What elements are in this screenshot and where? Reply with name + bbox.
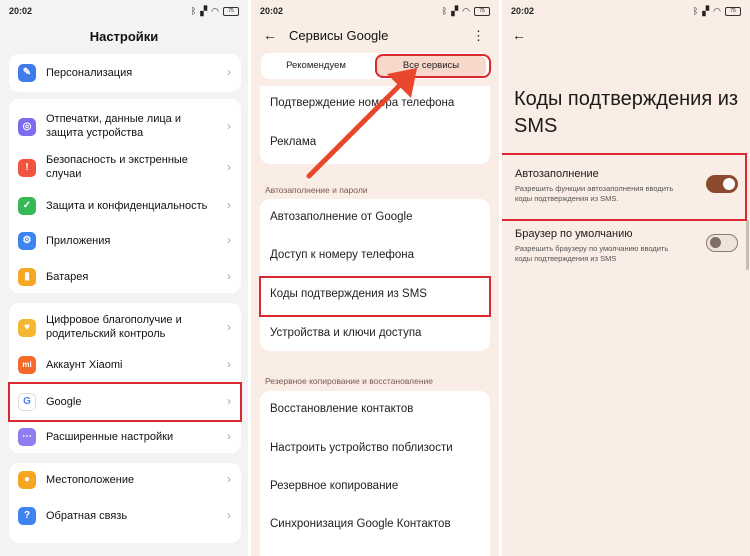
status-icons: ᛒ ▞ ◠ 75	[191, 6, 239, 16]
settings-item-privacy[interactable]: ✓ Защита и конфиденциальность ›	[9, 197, 241, 215]
chevron-right-icon: ›	[227, 320, 231, 334]
chevron-right-icon: ›	[227, 269, 231, 283]
item-label: Расширенные настройки	[46, 431, 174, 443]
chevron-right-icon: ›	[227, 119, 231, 133]
item-label: Обратная связь	[46, 510, 128, 522]
status-time: 20:02	[511, 6, 535, 16]
item-label: Местоположение	[46, 474, 135, 486]
settings-card-3: ♥ Цифровое благополучие и родительский к…	[9, 303, 241, 453]
settings-item-security[interactable]: ! Безопасность и экстренные случаи ›	[9, 153, 241, 183]
settings-item-personalization[interactable]: ✎ Персонализация ›	[9, 64, 241, 82]
default-browser-toggle[interactable]	[706, 234, 738, 252]
status-time: 20:02	[9, 6, 33, 16]
chevron-right-icon: ›	[227, 160, 231, 174]
chevron-right-icon: ›	[227, 357, 231, 371]
chevron-right-icon: ›	[227, 65, 231, 79]
signal-icon: ▞	[702, 6, 710, 16]
option-title: Браузер по умолчанию	[515, 228, 633, 240]
settings-item-apps[interactable]: ⚙ Приложения ›	[9, 232, 241, 250]
chevron-right-icon: ›	[227, 429, 231, 443]
settings-card-2: ◎ Отпечатки, данные лица и защита устрой…	[9, 99, 241, 293]
settings-screen: 20:02 ᛒ ▞ ◠ 75 Настройки ✎ Персонализаци…	[0, 0, 248, 556]
settings-item-location[interactable]: ● Местоположение ›	[9, 471, 241, 489]
item-label: Батарея	[46, 271, 89, 283]
settings-item-fingerprints[interactable]: ◎ Отпечатки, данные лица и защита устрой…	[9, 112, 241, 142]
chevron-right-icon: ›	[227, 198, 231, 212]
item-label: Аккаунт Xiaomi	[46, 359, 123, 371]
more-icon: ⋯	[18, 428, 36, 446]
status-bar: 20:02 ᛒ ▞ ◠ 75	[511, 6, 741, 18]
settings-card-4: ● Местоположение › ? Обратная связь ›	[9, 463, 241, 543]
chevron-right-icon: ›	[227, 233, 231, 247]
chevron-right-icon: ›	[227, 508, 231, 522]
settings-item-feedback[interactable]: ? Обратная связь ›	[9, 507, 241, 525]
chevron-right-icon: ›	[227, 472, 231, 486]
item-label: Цифровое благополучие и родительский кон…	[46, 314, 182, 340]
feedback-icon: ?	[18, 507, 36, 525]
wifi-icon: ◠	[211, 6, 219, 16]
pointer-arrow	[306, 68, 417, 179]
emergency-icon: !	[18, 159, 36, 177]
wellbeing-icon: ♥	[18, 319, 36, 337]
autofill-highlight-box	[502, 153, 747, 221]
battery-icon: ▮	[18, 268, 36, 286]
signal-icon: ▞	[200, 6, 208, 16]
page-title: Коды подтверждения из SMS	[514, 88, 739, 137]
option-subtitle: Разрешить браузеру по умолчанию вводить …	[515, 244, 669, 263]
location-icon: ●	[18, 471, 36, 489]
settings-item-xiaomi-account[interactable]: mi Аккаунт Xiaomi ›	[9, 356, 241, 374]
battery-level: 75	[725, 6, 741, 16]
settings-card-1: ✎ Персонализация ›	[9, 54, 241, 92]
settings-item-advanced[interactable]: ⋯ Расширенные настройки ›	[9, 428, 241, 446]
status-bar: 20:02 ᛒ ▞ ◠ 75	[9, 6, 239, 18]
back-arrow-icon[interactable]: ←	[512, 27, 526, 43]
bluetooth-icon: ᛒ	[190, 6, 197, 16]
item-label: Защита и конфиденциальность	[46, 200, 208, 212]
item-label: Безопасность и экстренные случаи	[46, 154, 188, 180]
page-title: Настройки	[89, 29, 159, 44]
wifi-icon: ◠	[713, 6, 721, 16]
battery-level: 75	[223, 6, 239, 16]
google-highlight-box	[8, 382, 242, 422]
apps-icon: ⚙	[18, 232, 36, 250]
fingerprint-icon: ◎	[18, 118, 36, 136]
shield-icon: ✓	[18, 197, 36, 215]
google-services-screen: 20:02 ᛒ ▞ ◠ 75 ← Сервисы Google ⋮ Рекоме…	[251, 0, 499, 556]
bluetooth-icon: ᛒ	[692, 6, 699, 16]
scrollbar[interactable]	[746, 220, 749, 270]
sms-codes-screen: 20:02 ᛒ ▞ ◠ 75 ← Коды подтверждения из S…	[502, 0, 750, 556]
settings-item-wellbeing[interactable]: ♥ Цифровое благополучие и родительский к…	[9, 313, 241, 343]
status-icons: ᛒ ▞ ◠ 75	[693, 6, 741, 16]
brush-icon: ✎	[18, 64, 36, 82]
item-label: Приложения	[46, 235, 111, 247]
item-label: Персонализация	[46, 67, 133, 79]
item-label: Отпечатки, данные лица и защита устройст…	[46, 113, 181, 139]
settings-item-battery[interactable]: ▮ Батарея ›	[9, 268, 241, 286]
xiaomi-icon: mi	[18, 356, 36, 374]
